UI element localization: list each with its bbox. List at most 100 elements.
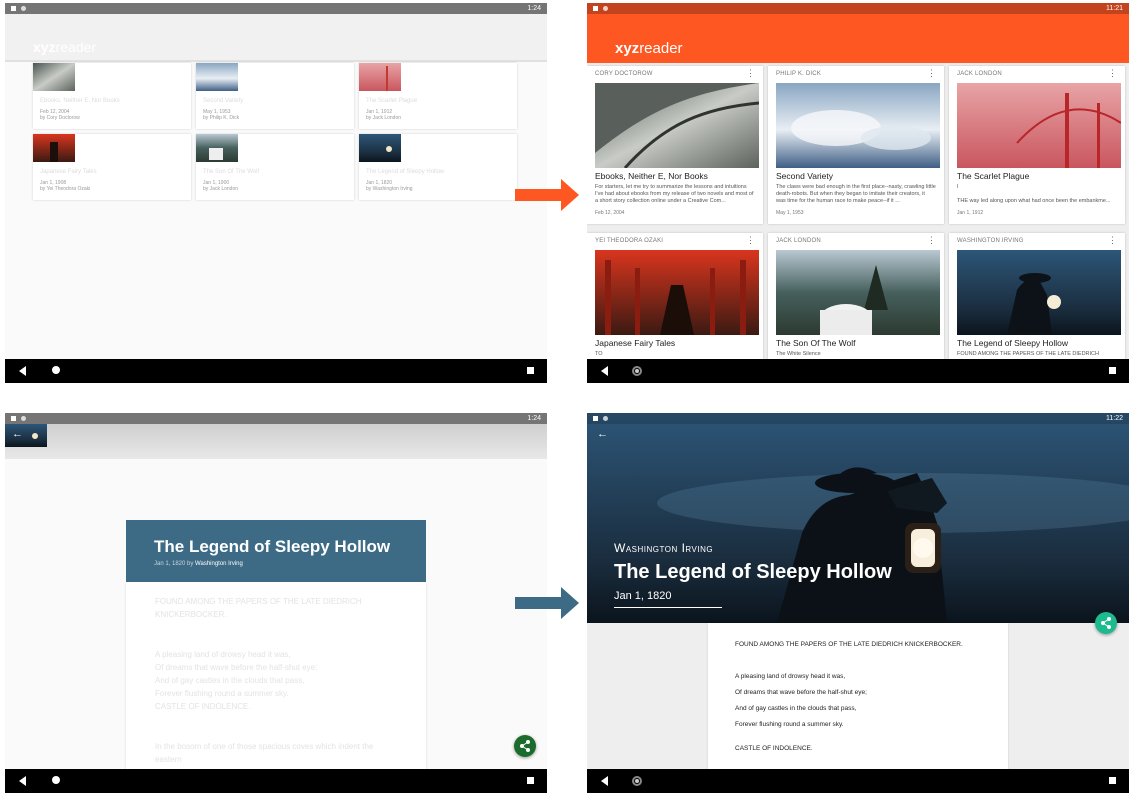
nav-home-icon[interactable] [632,776,642,786]
book-date: May 1, 1953 [776,210,804,216]
nav-recents-icon[interactable] [1109,367,1116,374]
list-item[interactable]: Second Variety May 1, 1953 by Philip K. D… [196,63,354,129]
settings-icon [21,416,26,421]
app-bar: ← [5,424,547,459]
share-button[interactable] [514,735,536,757]
back-arrow-icon[interactable]: ← [597,429,608,440]
nav-bar [587,769,1129,793]
book-author: Washington Irving [957,238,1024,244]
book-title: The Legend of Sleepy Hollow [957,338,1069,348]
status-bar: 1:24 [5,413,547,424]
nav-bar [587,359,1129,383]
status-time: 1:24 [527,5,541,12]
book-image [595,250,759,335]
body-line: KNICKERBOCKER. [155,610,227,619]
list-item[interactable]: The Son Of The Wolf Jan 1, 1900 by Jack L… [196,134,354,200]
app-logo-bold: xyz [615,40,640,57]
panel-detail-after: 11:22 ← Washington Irving The Legend of … [587,413,1129,793]
nav-recents-icon[interactable] [527,777,534,784]
list-item[interactable]: The Scarlet Plague Jan 1, 1912 by Jack Lo… [359,63,517,129]
book-title: Second Variety [203,98,244,104]
book-meta: Jan 1, 1912 by Jack London [366,109,401,121]
list-item[interactable]: Philip K. Dick ⋮ Second Variety The claw… [768,66,944,224]
book-title: The Scarlet Plague [366,98,418,104]
book-thumbnail [33,63,75,91]
nav-back-icon[interactable] [19,776,26,786]
book-title: Ebooks, Neither E, Nor Books [595,171,708,181]
article-header: The Legend of Sleepy Hollow Jan 1, 1820 … [126,520,426,582]
article-date: Jan 1, 1820 [154,561,186,567]
panel-list-after: 11:21 xyzreader Cory Doctorow ⋮ Ebooks, … [587,3,1129,383]
book-title: The Legend of Sleepy Hollow [366,169,445,175]
notification-icon [593,416,598,421]
book-title: Second Variety [776,171,834,181]
book-meta: Jan 1, 1908 by Yei Theodora Ozaki [40,180,90,192]
more-options-icon[interactable]: ⋮ [1108,69,1117,78]
book-excerpt: FOUND AMONG THE PAPERS OF THE LATE DIEDR… [957,351,1100,357]
book-title: Japanese Fairy Tales [40,169,97,175]
article-title: The Legend of Sleepy Hollow [614,561,892,583]
book-image [595,83,759,168]
book-thumbnail [196,63,238,91]
list-item[interactable]: Japanese Fairy Tales Jan 1, 1908 by Yei T… [33,134,191,200]
list-item[interactable]: Jack London ⋮ The Scarlet Plague I THE w… [949,66,1125,224]
book-thumbnail [359,63,401,91]
book-image [776,250,940,335]
transition-arrow-icon [515,587,579,619]
book-thumbnail [196,134,238,162]
book-thumbnail [359,134,401,162]
back-arrow-icon[interactable]: ← [12,429,23,440]
nav-recents-icon[interactable] [1109,777,1116,784]
body-line: CASTLE OF INDOLENCE. [735,745,813,752]
list-item[interactable]: Cory Doctorow ⋮ Ebooks, Neither E, Nor B… [587,66,763,224]
status-time: 1:24 [527,415,541,422]
book-date: Feb 12, 2004 [595,210,625,216]
more-options-icon[interactable]: ⋮ [927,69,936,78]
app-bar: xyzreader [587,14,1129,63]
book-title: The Son Of The Wolf [203,169,260,175]
nav-bar [5,359,547,383]
nav-home-icon[interactable] [52,776,60,784]
more-options-icon[interactable]: ⋮ [1108,236,1117,245]
more-options-icon[interactable]: ⋮ [746,236,755,245]
book-title: Ebooks, Neither E, Nor Books [40,98,120,104]
more-options-icon[interactable]: ⋮ [746,69,755,78]
app-logo-rest: reader [55,39,97,55]
article-by: by [187,561,194,567]
nav-home-icon[interactable] [632,366,642,376]
list-item[interactable]: The Legend of Sleepy Hollow Jan 1, 1820 b… [359,134,517,200]
book-author: Jack London [957,71,1002,77]
article-title: The Legend of Sleepy Hollow [154,537,391,556]
body-line: Of dreams that wave before the half-shut… [155,663,318,672]
book-byline: by Jack London [203,186,239,192]
nav-bar [5,769,547,793]
nav-home-icon[interactable] [52,366,60,374]
nav-recents-icon[interactable] [527,367,534,374]
book-excerpt: The claws were bad enough in the first p… [776,184,936,204]
book-title: Japanese Fairy Tales [595,338,676,348]
book-image [957,83,1121,168]
nav-back-icon[interactable] [19,366,26,376]
share-button[interactable] [1095,612,1117,634]
body-line: Forever flushing round a summer sky. [155,689,289,698]
status-bar: 11:22 [587,413,1129,424]
notification-icon [11,6,16,11]
nav-back-icon[interactable] [601,366,608,376]
list-item[interactable]: Ebooks, Neither E, Nor Books Feb 12, 200… [33,63,191,129]
book-excerpt: For starters, let me try to summarize th… [595,184,754,204]
app-logo: xyzreader [33,39,96,55]
book-excerpt: I THE way led along upon what had once b… [957,184,1111,204]
transition-arrow-icon [515,179,579,211]
book-thumbnail [33,134,75,162]
notification-icon [11,416,16,421]
more-options-icon[interactable]: ⋮ [927,236,936,245]
body-line: eastern [155,755,182,764]
body-line: Of dreams that wave before the half-shut… [735,689,867,696]
nav-back-icon[interactable] [601,776,608,786]
book-image [957,250,1121,335]
body-line: CASTLE OF INDOLENCE. [155,702,251,711]
book-author: Philip K. Dick [776,71,822,77]
notification-icon [593,6,598,11]
article-byline: Jan 1, 1820 by Washington Irving [154,561,243,567]
app-logo: xyzreader [615,40,683,57]
